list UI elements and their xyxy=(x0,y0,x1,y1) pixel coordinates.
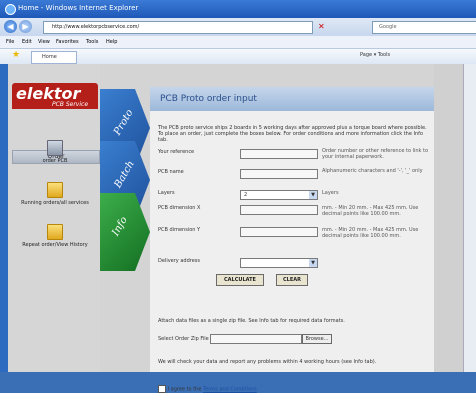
window-frame xyxy=(0,64,8,372)
title-bar: Home - Windows Internet Explorer xyxy=(0,0,476,18)
pcb-name-label: PCB name xyxy=(158,169,184,175)
agree-text: I agree to the xyxy=(167,386,202,393)
your-reference-note: Order number or other reference to link … xyxy=(322,148,429,160)
layers-label: Layers xyxy=(158,190,175,196)
circuit-board-icon xyxy=(47,140,63,156)
dim-x-label: PCB dimension X xyxy=(158,205,201,211)
sidebar-item-order-pcb[interactable]: order PCB xyxy=(12,140,98,164)
your-reference-label: Your reference xyxy=(158,149,195,155)
window-title: Home - Windows Internet Explorer xyxy=(18,4,139,12)
layers-value: 2 xyxy=(244,192,248,198)
tab-home[interactable]: Home xyxy=(31,51,77,64)
service-tabs: Proto Batch Info xyxy=(100,89,150,372)
clear-button[interactable]: CLEAR xyxy=(276,274,308,286)
address-bar: ◀ ▶ http://www.elektorpcbservice.com/ ✕ … xyxy=(0,18,476,36)
form-intro: The PCB proto service ships 2 boards in … xyxy=(158,125,427,143)
layers-select[interactable]: 2 ▼ xyxy=(240,190,318,200)
attach-instructions: Attach data files as a single zip file. … xyxy=(158,318,345,324)
search-placeholder: Google xyxy=(379,24,397,30)
terms-agreement: I agree to the Terms and Conditions xyxy=(158,385,257,393)
dim-y-note: mm. - Min 20 mm. - Max 425 mm. Use decim… xyxy=(322,227,419,239)
dim-y-label: PCB dimension Y xyxy=(158,227,201,233)
pcb-name-input[interactable] xyxy=(240,169,318,179)
zip-file-label: Select Order Zip File xyxy=(158,336,209,342)
sidebar-item-label: Running orders/all services xyxy=(21,200,89,206)
sidebar-item-label: order PCB xyxy=(42,158,68,164)
favorites-bar: ★ Home Page ▾ Tools xyxy=(0,49,476,65)
url-input[interactable]: http://www.elektorpcbservice.com/ xyxy=(43,21,313,34)
favorites-star-icon[interactable]: ★ xyxy=(12,50,20,60)
elektor-logo[interactable]: elektor PCB Service xyxy=(12,83,98,109)
forward-arrow-icon[interactable]: ▶ xyxy=(19,20,32,33)
page-content: elektor PCB Service Order order PCB Runn… xyxy=(8,64,471,393)
calculate-button[interactable]: CALCULATE xyxy=(216,274,264,286)
delivery-address-label: Delivery address xyxy=(158,258,200,264)
form-title: PCB Proto order input xyxy=(160,94,257,104)
search-input[interactable]: Google xyxy=(372,21,476,34)
menu-edit[interactable]: Edit xyxy=(22,39,32,45)
form-title-bar: PCB Proto order input xyxy=(150,87,434,111)
menu-tools[interactable]: Tools xyxy=(86,39,98,45)
menu-file[interactable]: File xyxy=(6,39,14,45)
agree-checkbox[interactable] xyxy=(158,385,166,393)
sidebar-item-running-orders[interactable]: Running orders/all services xyxy=(12,182,98,206)
folder-icon xyxy=(47,224,63,240)
page-tools-menu[interactable]: Page ▾ Tools xyxy=(360,52,390,58)
refresh-stop-icons[interactable]: ✕ xyxy=(318,22,325,31)
sidebar-item-label: Repeat order/View History xyxy=(22,242,88,248)
url-text: http://www.elektorpcbservice.com/ xyxy=(52,24,140,30)
tab-label: Home xyxy=(42,54,57,60)
vertical-scrollbar[interactable] xyxy=(463,64,476,372)
zip-file-input[interactable] xyxy=(210,334,302,344)
dim-x-note: mm. - Min 20 mm. - Max 425 mm. Use decim… xyxy=(322,205,419,217)
sidebar: elektor PCB Service Order order PCB Runn… xyxy=(8,64,100,372)
chevron-down-icon: ▼ xyxy=(309,191,317,199)
dim-x-input[interactable] xyxy=(240,205,318,215)
browse-button[interactable]: Browse... xyxy=(302,334,332,344)
sidebar-item-repeat-order[interactable]: Repeat order/View History xyxy=(12,224,98,248)
menu-view[interactable]: View xyxy=(38,39,50,45)
terms-link[interactable]: Terms and Conditions xyxy=(203,387,257,393)
order-form: PCB Proto order input The PCB proto serv… xyxy=(150,87,434,393)
menu-help[interactable]: Help xyxy=(106,39,117,45)
internet-explorer-icon xyxy=(5,4,16,15)
logo-subtitle: PCB Service xyxy=(52,101,89,108)
delivery-address-select[interactable]: ▼ xyxy=(240,258,318,268)
layers-note: Layers xyxy=(322,190,339,196)
tab-info[interactable]: Info xyxy=(100,193,150,271)
pcb-name-note: Alphanumeric characters and '-', '_' onl… xyxy=(322,168,423,174)
tab-batch-label: Batch xyxy=(112,159,137,190)
dim-y-input[interactable] xyxy=(240,227,318,237)
menu-favorites[interactable]: Favorites xyxy=(56,39,79,45)
chevron-down-icon: ▼ xyxy=(309,259,317,267)
menu-bar: File Edit View Favorites Tools Help xyxy=(0,36,476,49)
tab-info-label: Info xyxy=(110,215,130,238)
folder-icon xyxy=(47,182,63,198)
your-reference-input[interactable] xyxy=(240,149,318,159)
tab-proto-label: Proto xyxy=(112,107,136,138)
check-notice: We will check your data and report any p… xyxy=(158,359,377,365)
back-arrow-icon[interactable]: ◀ xyxy=(4,20,17,33)
